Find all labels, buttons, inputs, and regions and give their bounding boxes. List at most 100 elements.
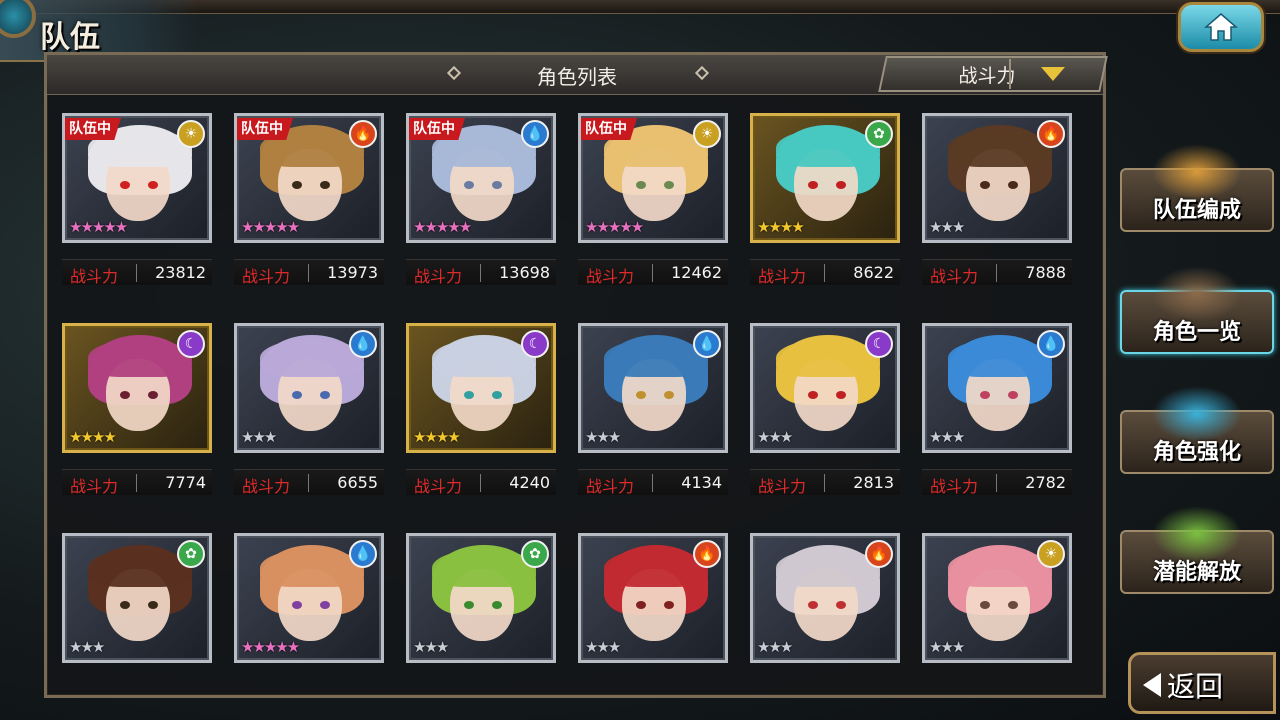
rarity-stars: ★★★ [757,638,793,656]
character-card[interactable]: ☾ ★★★ 战斗力 2813 [750,323,900,503]
character-portrait[interactable]: ☀ ★★★ [922,533,1072,663]
back-arrow-icon [1143,673,1161,697]
power-separator [996,474,997,492]
in-team-badge: 队伍中 [581,118,637,140]
side-menu-label: 潜能解放 [1152,560,1241,585]
character-card[interactable]: ☾ ★★★★ 战斗力 4240 [406,323,556,503]
character-card[interactable]: 🔥 ★★★ [578,533,728,713]
panel-header: 角色列表 战斗力 [47,55,1108,95]
home-icon [1204,13,1238,41]
character-portrait[interactable]: 🔥 ★★★ [578,533,728,663]
water-element-icon: 💧 [1037,330,1065,358]
power-separator [824,264,825,282]
character-portrait[interactable]: 队伍中 🔥 ★★★★★ [234,113,384,243]
character-card[interactable]: 💧 ★★★★★ [234,533,384,713]
side-menu-label: 角色强化 [1152,440,1241,465]
character-portrait[interactable]: 🔥 ★★★ [922,113,1072,243]
home-button[interactable] [1178,2,1264,52]
character-card[interactable]: 队伍中 🔥 ★★★★★ 战斗力 13973 [234,113,384,293]
power-label: 战斗力 [70,267,119,286]
power-separator [136,264,137,282]
character-portrait[interactable]: 💧 ★★★ [234,323,384,453]
character-portrait[interactable]: 队伍中 ☀ ★★★★★ [578,113,728,243]
power-label: 战斗力 [242,267,291,286]
rarity-stars: ★★★★ [757,218,805,236]
sort-selected-label: 战斗力 [958,65,1016,87]
rarity-stars: ★★★ [929,638,965,656]
power-label: 战斗力 [758,477,807,496]
character-portrait[interactable]: 💧 ★★★ [578,323,728,453]
fire-element-icon: 🔥 [349,120,377,148]
character-list-panel: 角色列表 战斗力 队伍中 ☀ ★★★★★ 战斗力 23812 队伍中 🔥 ★★★★★ 战斗力 13… [44,52,1108,698]
character-card[interactable]: 队伍中 ☀ ★★★★★ 战斗力 12462 [578,113,728,293]
power-bar: 战斗力 4134 [578,469,728,496]
in-team-badge: 队伍中 [237,118,293,140]
character-portrait[interactable]: 💧 ★★★★★ [234,533,384,663]
side-menu-button[interactable]: 队伍编成 [1120,144,1274,232]
character-portrait[interactable]: 队伍中 💧 ★★★★★ [406,113,556,243]
character-portrait[interactable]: ✿ ★★★★ [750,113,900,243]
rarity-stars: ★★★★★ [241,218,300,236]
character-portrait[interactable]: ☾ ★★★★ [406,323,556,453]
fire-element-icon: 🔥 [1037,120,1065,148]
diamond-ornament-icon [694,65,710,81]
side-menu-button[interactable]: 潜能解放 [1120,506,1274,594]
rarity-stars: ★★★★★ [241,638,300,656]
back-button[interactable]: 返回 [1128,652,1276,714]
back-label: 返回 [1167,670,1224,703]
character-portrait[interactable]: 🔥 ★★★ [750,533,900,663]
character-card[interactable]: ✿ ★★★ [62,533,212,713]
rarity-stars: ★★★ [929,428,965,446]
water-element-icon: 💧 [349,540,377,568]
rarity-stars: ★★★★ [69,428,117,446]
side-menu-button[interactable]: 角色一览 [1120,266,1274,354]
light-element-icon: ☀ [177,120,205,148]
power-label: 战斗力 [586,477,635,496]
character-portrait[interactable]: 💧 ★★★ [922,323,1072,453]
rarity-stars: ★★★★★ [585,218,644,236]
dark-element-icon: ☾ [521,330,549,358]
rarity-stars: ★★★ [413,638,449,656]
side-menu-button[interactable]: 角色强化 [1120,386,1274,474]
power-bar: 战斗力 23812 [62,259,212,286]
power-value: 8622 [853,263,894,282]
character-card[interactable]: ☀ ★★★ [922,533,1072,713]
power-value: 2813 [853,473,894,492]
character-card[interactable]: ☾ ★★★★ 战斗力 7774 [62,323,212,503]
page-title: 队伍 [40,20,100,55]
power-label: 战斗力 [758,267,807,286]
power-separator [308,474,309,492]
rarity-stars: ★★★★ [413,428,461,446]
character-card[interactable]: 🔥 ★★★ 战斗力 7888 [922,113,1072,293]
rarity-stars: ★★★★★ [69,218,128,236]
power-bar: 战斗力 2813 [750,469,900,496]
power-separator [308,264,309,282]
character-portrait[interactable]: ☾ ★★★★ [62,323,212,453]
light-element-icon: ☀ [1037,540,1065,568]
character-portrait[interactable]: ✿ ★★★ [62,533,212,663]
character-portrait[interactable]: ☾ ★★★ [750,323,900,453]
diamond-ornament-icon [446,65,462,81]
character-card[interactable]: 💧 ★★★ 战斗力 6655 [234,323,384,503]
character-card[interactable]: 队伍中 💧 ★★★★★ 战斗力 13698 [406,113,556,293]
in-team-badge: 队伍中 [65,118,121,140]
wind-element-icon: ✿ [521,540,549,568]
power-bar: 战斗力 8622 [750,259,900,286]
power-value: 12462 [671,263,722,282]
wind-element-icon: ✿ [865,120,893,148]
character-card[interactable]: 🔥 ★★★ [750,533,900,713]
character-card[interactable]: 💧 ★★★ 战斗力 2782 [922,323,1072,503]
character-card[interactable]: 💧 ★★★ 战斗力 4134 [578,323,728,503]
character-portrait[interactable]: ✿ ★★★ [406,533,556,663]
character-card[interactable]: 队伍中 ☀ ★★★★★ 战斗力 23812 [62,113,212,293]
rarity-stars: ★★★ [241,428,277,446]
fire-element-icon: 🔥 [693,540,721,568]
power-bar: 战斗力 12462 [578,259,728,286]
power-bar: 战斗力 4240 [406,469,556,496]
dropdown-arrow-icon[interactable] [1041,67,1065,81]
character-portrait[interactable]: 队伍中 ☀ ★★★★★ [62,113,212,243]
character-card[interactable]: ✿ ★★★★ 战斗力 8622 [750,113,900,293]
power-label: 战斗力 [930,267,979,286]
water-element-icon: 💧 [693,330,721,358]
character-card[interactable]: ✿ ★★★ [406,533,556,713]
